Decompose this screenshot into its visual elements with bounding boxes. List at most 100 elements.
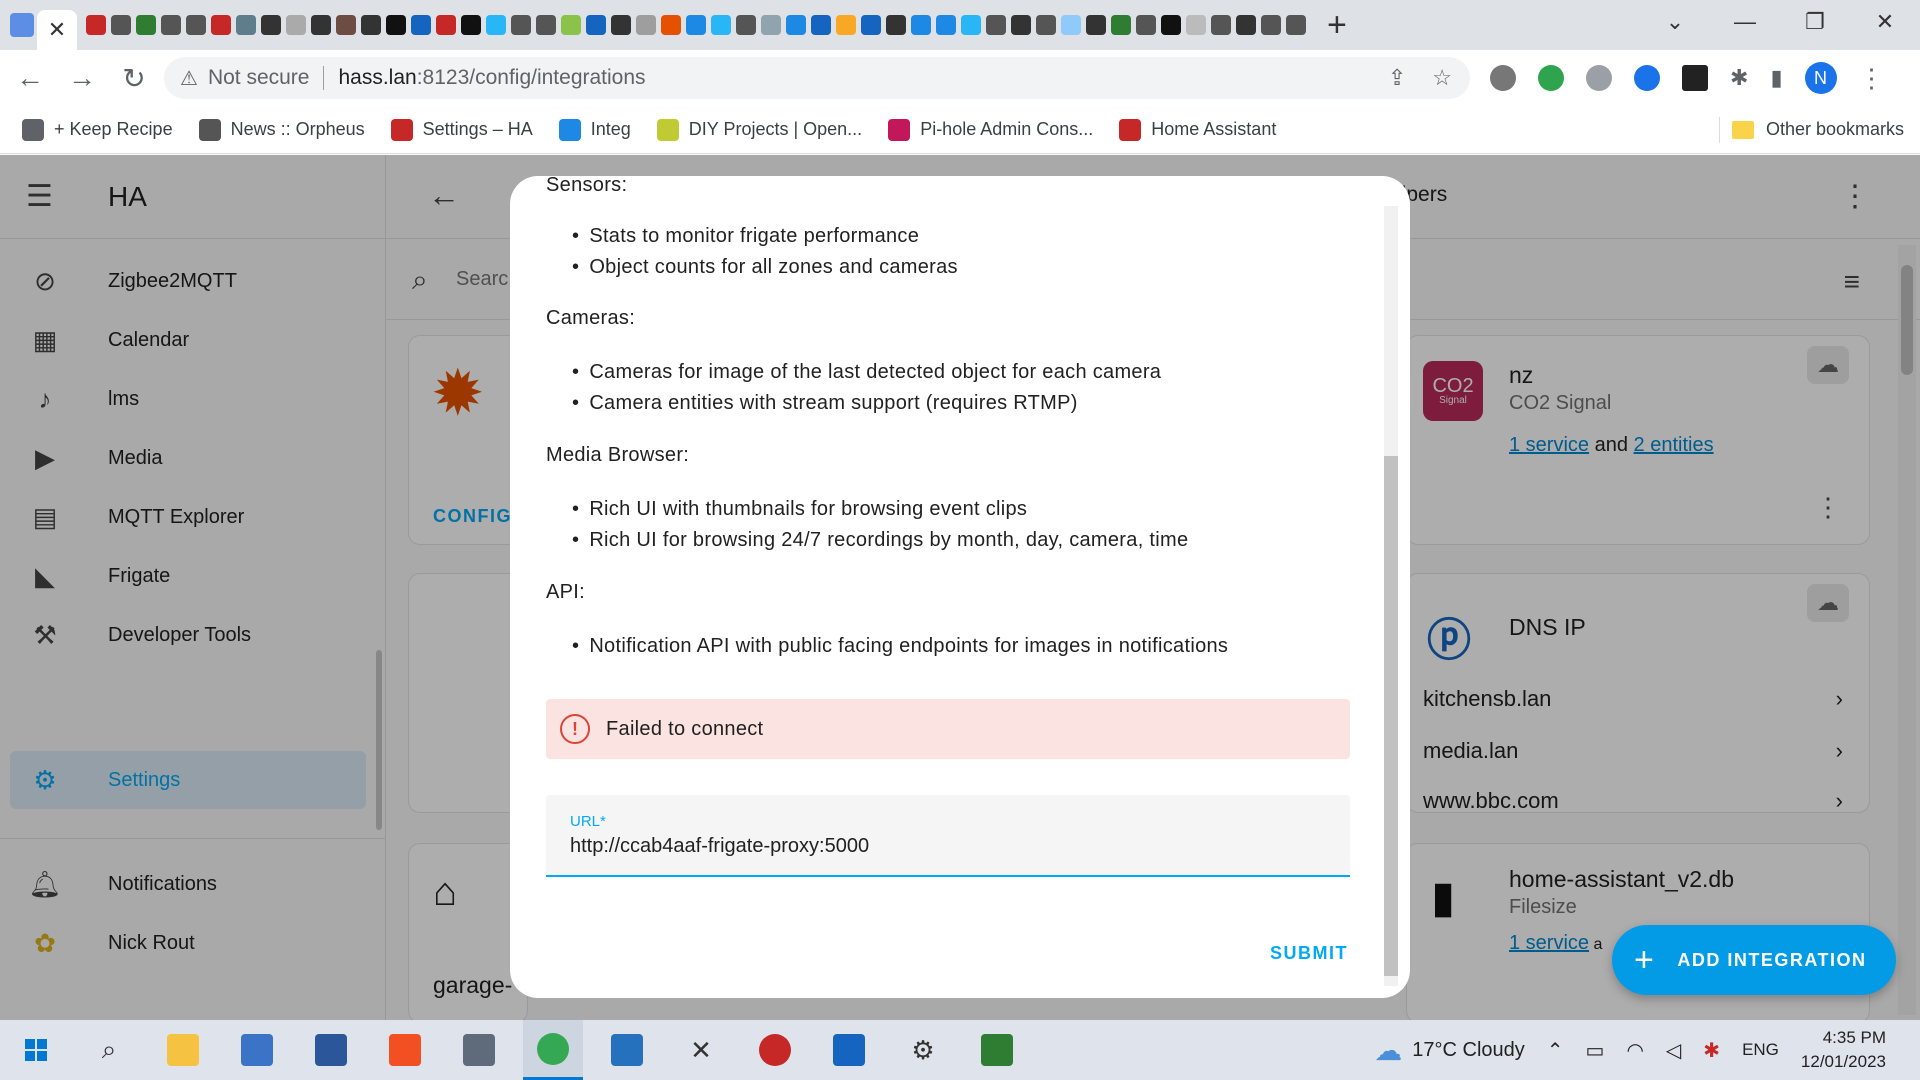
tab-favicon[interactable] <box>861 15 881 35</box>
tab-favicon[interactable] <box>286 15 306 35</box>
tab-favicon[interactable] <box>1086 15 1106 35</box>
app-icon[interactable] <box>745 1020 805 1080</box>
tab-favicon[interactable] <box>1111 15 1131 35</box>
tab-favicon[interactable] <box>1286 15 1306 35</box>
tab-favicon[interactable] <box>1211 15 1231 35</box>
tab-favicon[interactable] <box>261 15 281 35</box>
start-button[interactable] <box>0 1039 72 1061</box>
seven-zip-icon[interactable] <box>967 1020 1027 1080</box>
other-bookmarks[interactable]: Other bookmarks <box>1731 119 1904 140</box>
puzzle-icon[interactable]: ✱ <box>1730 65 1748 91</box>
back-icon[interactable]: ← <box>8 62 52 94</box>
tab-favicon[interactable] <box>1036 15 1056 35</box>
file-explorer-icon[interactable] <box>153 1020 213 1080</box>
tab-favicon[interactable] <box>411 15 431 35</box>
tab-favicon[interactable] <box>336 15 356 35</box>
tab-favicon[interactable] <box>986 15 1006 35</box>
bookmark-item[interactable]: + Keep Recipe <box>22 118 173 141</box>
add-integration-button[interactable]: + ADD INTEGRATION <box>1612 925 1896 995</box>
dialog-scrollbar-thumb[interactable] <box>1384 456 1398 976</box>
store-icon[interactable] <box>375 1020 435 1080</box>
url-input[interactable] <box>570 835 1330 858</box>
bookmark-item[interactable]: DIY Projects | Open... <box>656 118 862 141</box>
tab-favicon[interactable] <box>1136 15 1156 35</box>
profile-avatar[interactable]: N <box>1804 62 1837 94</box>
close-window-button[interactable]: ✕ <box>1850 9 1920 35</box>
tab-favicon[interactable] <box>1161 15 1181 35</box>
language-indicator[interactable]: ENG <box>1742 1040 1779 1060</box>
tab-favicon[interactable] <box>1236 15 1256 35</box>
tab-favicon[interactable] <box>1061 15 1081 35</box>
tab-favicon[interactable] <box>511 15 531 35</box>
share-icon[interactable]: ⇪ <box>1388 65 1406 91</box>
tab-favicon[interactable] <box>1261 15 1281 35</box>
tab-favicon[interactable] <box>586 15 606 35</box>
powershell-icon[interactable] <box>597 1020 657 1080</box>
bookmark-item[interactable]: Pi-hole Admin Cons... <box>888 118 1093 141</box>
extension-icon[interactable] <box>1538 65 1564 91</box>
remote-desktop-icon[interactable] <box>227 1020 287 1080</box>
tab-favicon[interactable] <box>1011 15 1031 35</box>
new-tab-button[interactable]: + <box>1327 6 1347 45</box>
tab-favicon[interactable] <box>436 15 456 35</box>
reload-icon[interactable]: ↻ <box>112 62 156 95</box>
browser-menu-icon[interactable]: ⋮ <box>1859 63 1885 94</box>
clock[interactable]: 4:35 PM 12/01/2023 <box>1801 1026 1886 1074</box>
extension-icon[interactable] <box>1634 65 1660 91</box>
wifi-icon[interactable]: ◠ <box>1626 1038 1643 1063</box>
search-icon[interactable]: ⌕ <box>79 1020 139 1080</box>
tab-favicon[interactable] <box>736 15 756 35</box>
network-app-icon[interactable] <box>819 1020 879 1080</box>
xming-icon[interactable]: ✕ <box>671 1020 731 1080</box>
tab-favicon[interactable] <box>911 15 931 35</box>
submit-button[interactable]: SUBMIT <box>1270 943 1348 964</box>
bookmark-item[interactable]: Home Assistant <box>1119 118 1276 141</box>
tab-favicon[interactable] <box>136 15 156 35</box>
volume-icon[interactable]: ◁ <box>1666 1038 1681 1063</box>
dropbox-icon[interactable] <box>1586 65 1612 91</box>
tab-favicon[interactable] <box>636 15 656 35</box>
restore-button[interactable]: ❐ <box>1780 9 1850 35</box>
tab-favicon[interactable] <box>836 15 856 35</box>
tab-favicon[interactable] <box>361 15 381 35</box>
tab-favicon[interactable] <box>236 15 256 35</box>
tab-favicon[interactable] <box>611 15 631 35</box>
battery-icon[interactable]: ▭ <box>1586 1038 1605 1063</box>
tab-favicon[interactable] <box>1186 15 1206 35</box>
tab-favicon[interactable] <box>86 15 106 35</box>
extension-icon[interactable] <box>1490 65 1516 91</box>
sidepanel-icon[interactable]: ▮ <box>1770 65 1782 91</box>
tab-favicon[interactable] <box>161 15 181 35</box>
chevron-up-icon[interactable]: ⌃ <box>1547 1038 1564 1063</box>
chrome-icon[interactable] <box>523 1020 583 1080</box>
tab-favicon[interactable] <box>311 15 331 35</box>
weather-widget[interactable]: ☁ 17°C Cloudy <box>1374 1034 1525 1067</box>
tab-favicon[interactable] <box>761 15 781 35</box>
tab-favicon[interactable] <box>886 15 906 35</box>
tab-favicon[interactable] <box>961 15 981 35</box>
gear-icon[interactable]: ⚙ <box>893 1020 953 1080</box>
notification-app-icon[interactable]: ✱ <box>1703 1038 1720 1063</box>
forward-icon[interactable]: → <box>60 62 104 94</box>
tab-favicon[interactable] <box>561 15 581 35</box>
tab-favicon[interactable] <box>936 15 956 35</box>
bookmark-item[interactable]: News :: Orpheus <box>198 118 365 141</box>
tab-favicon[interactable] <box>536 15 556 35</box>
tab-favicon[interactable] <box>386 15 406 35</box>
address-bar[interactable]: ⚠ Not secure hass.lan :8123/config/integ… <box>164 57 1470 99</box>
tab-favicon[interactable] <box>811 15 831 35</box>
tab-favicon[interactable] <box>786 15 806 35</box>
url-field[interactable]: URL* <box>546 795 1350 877</box>
tab-favicon[interactable] <box>486 15 506 35</box>
word-icon[interactable] <box>301 1020 361 1080</box>
calculator-icon[interactable] <box>449 1020 509 1080</box>
bookmark-item[interactable]: Integ <box>558 118 631 141</box>
tab-favicon[interactable] <box>661 15 681 35</box>
tab-favicon[interactable] <box>111 15 131 35</box>
tab-favicon[interactable] <box>10 13 34 37</box>
tab-favicon[interactable] <box>711 15 731 35</box>
tab-favicon[interactable] <box>186 15 206 35</box>
tab-favicon[interactable] <box>461 15 481 35</box>
bookmark-star-icon[interactable]: ☆ <box>1432 65 1452 91</box>
minimize-button[interactable]: — <box>1710 9 1780 35</box>
